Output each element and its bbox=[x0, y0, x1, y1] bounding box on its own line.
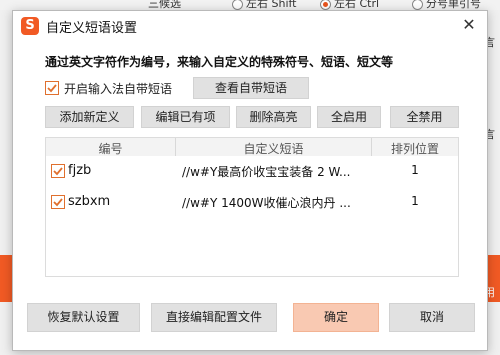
table-row[interactable]: szbxm //w#Y 1400W收催心浪内丹 ... 1 bbox=[46, 189, 458, 217]
column-header-phrase[interactable]: 自定义短语 bbox=[176, 140, 371, 157]
phrase-table: 编号 自定义短语 排列位置 fjzb //w#Y最高价收宝宝装备 2 W... … bbox=[45, 137, 459, 277]
enable-builtin-checkbox[interactable] bbox=[45, 81, 59, 95]
radio-icon bbox=[412, 0, 423, 10]
sogou-logo-icon: S bbox=[21, 17, 39, 35]
bg-option-shift[interactable]: 左右 Shift bbox=[232, 0, 297, 10]
close-icon[interactable]: ✕ bbox=[459, 15, 479, 35]
bg-option-ctrl[interactable]: 左右 Ctrl bbox=[320, 0, 379, 10]
radio-icon bbox=[232, 0, 243, 10]
checkmark-icon bbox=[53, 198, 63, 207]
description-text: 通过英文字符作为编号，来输入自定义的特殊符号、短语、短文等 bbox=[45, 55, 394, 69]
restore-defaults-button[interactable]: 恢复默认设置 bbox=[27, 303, 140, 332]
checkmark-icon bbox=[47, 84, 57, 93]
bg-option-semicolon[interactable]: 分号单引号 bbox=[412, 0, 481, 10]
background-window-strip: 三候选 左右 Shift 左右 Ctrl 分号单引号 bbox=[0, 0, 500, 10]
enable-all-button[interactable]: 全启用 bbox=[317, 106, 381, 128]
edit-item-button[interactable]: 编辑已有项 bbox=[141, 106, 230, 128]
dialog-title: 自定义短语设置 bbox=[46, 21, 138, 36]
custom-phrase-dialog: S 自定义短语设置 ✕ 通过英文字符作为编号，来输入自定义的特殊符号、短语、短文… bbox=[12, 10, 488, 351]
view-builtin-button[interactable]: 查看自带短语 bbox=[193, 77, 309, 99]
row-code: szbxm bbox=[68, 194, 111, 209]
radio-selected-icon bbox=[320, 0, 331, 10]
ok-button[interactable]: 确定 bbox=[293, 303, 379, 332]
column-header-position[interactable]: 排列位置 bbox=[372, 140, 458, 157]
row-position: 1 bbox=[411, 194, 419, 208]
cancel-button[interactable]: 取消 bbox=[389, 303, 475, 332]
row-position: 1 bbox=[411, 163, 419, 177]
column-header-code[interactable]: 编号 bbox=[46, 140, 175, 157]
checkmark-icon bbox=[53, 167, 63, 176]
delete-highlighted-button[interactable]: 删除高亮 bbox=[236, 106, 311, 128]
add-definition-button[interactable]: 添加新定义 bbox=[45, 106, 134, 128]
edit-config-file-button[interactable]: 直接编辑配置文件 bbox=[151, 303, 277, 332]
bg-text-candidates: 三候选 bbox=[148, 0, 181, 10]
row-checkbox[interactable] bbox=[51, 164, 65, 178]
enable-builtin-label[interactable]: 开启输入法自带短语 bbox=[64, 80, 172, 97]
row-phrase: //w#Y 1400W收催心浪内丹 ... bbox=[182, 196, 351, 210]
title-bar[interactable]: S 自定义短语设置 ✕ bbox=[13, 11, 487, 41]
disable-all-button[interactable]: 全禁用 bbox=[390, 106, 459, 128]
background-accent-left bbox=[0, 255, 12, 302]
table-header: 编号 自定义短语 排列位置 bbox=[46, 138, 458, 156]
row-checkbox[interactable] bbox=[51, 195, 65, 209]
row-phrase: //w#Y最高价收宝宝装备 2 W... bbox=[182, 165, 351, 179]
table-row[interactable]: fjzb //w#Y最高价收宝宝装备 2 W... 1 bbox=[46, 158, 458, 186]
row-code: fjzb bbox=[68, 163, 92, 178]
